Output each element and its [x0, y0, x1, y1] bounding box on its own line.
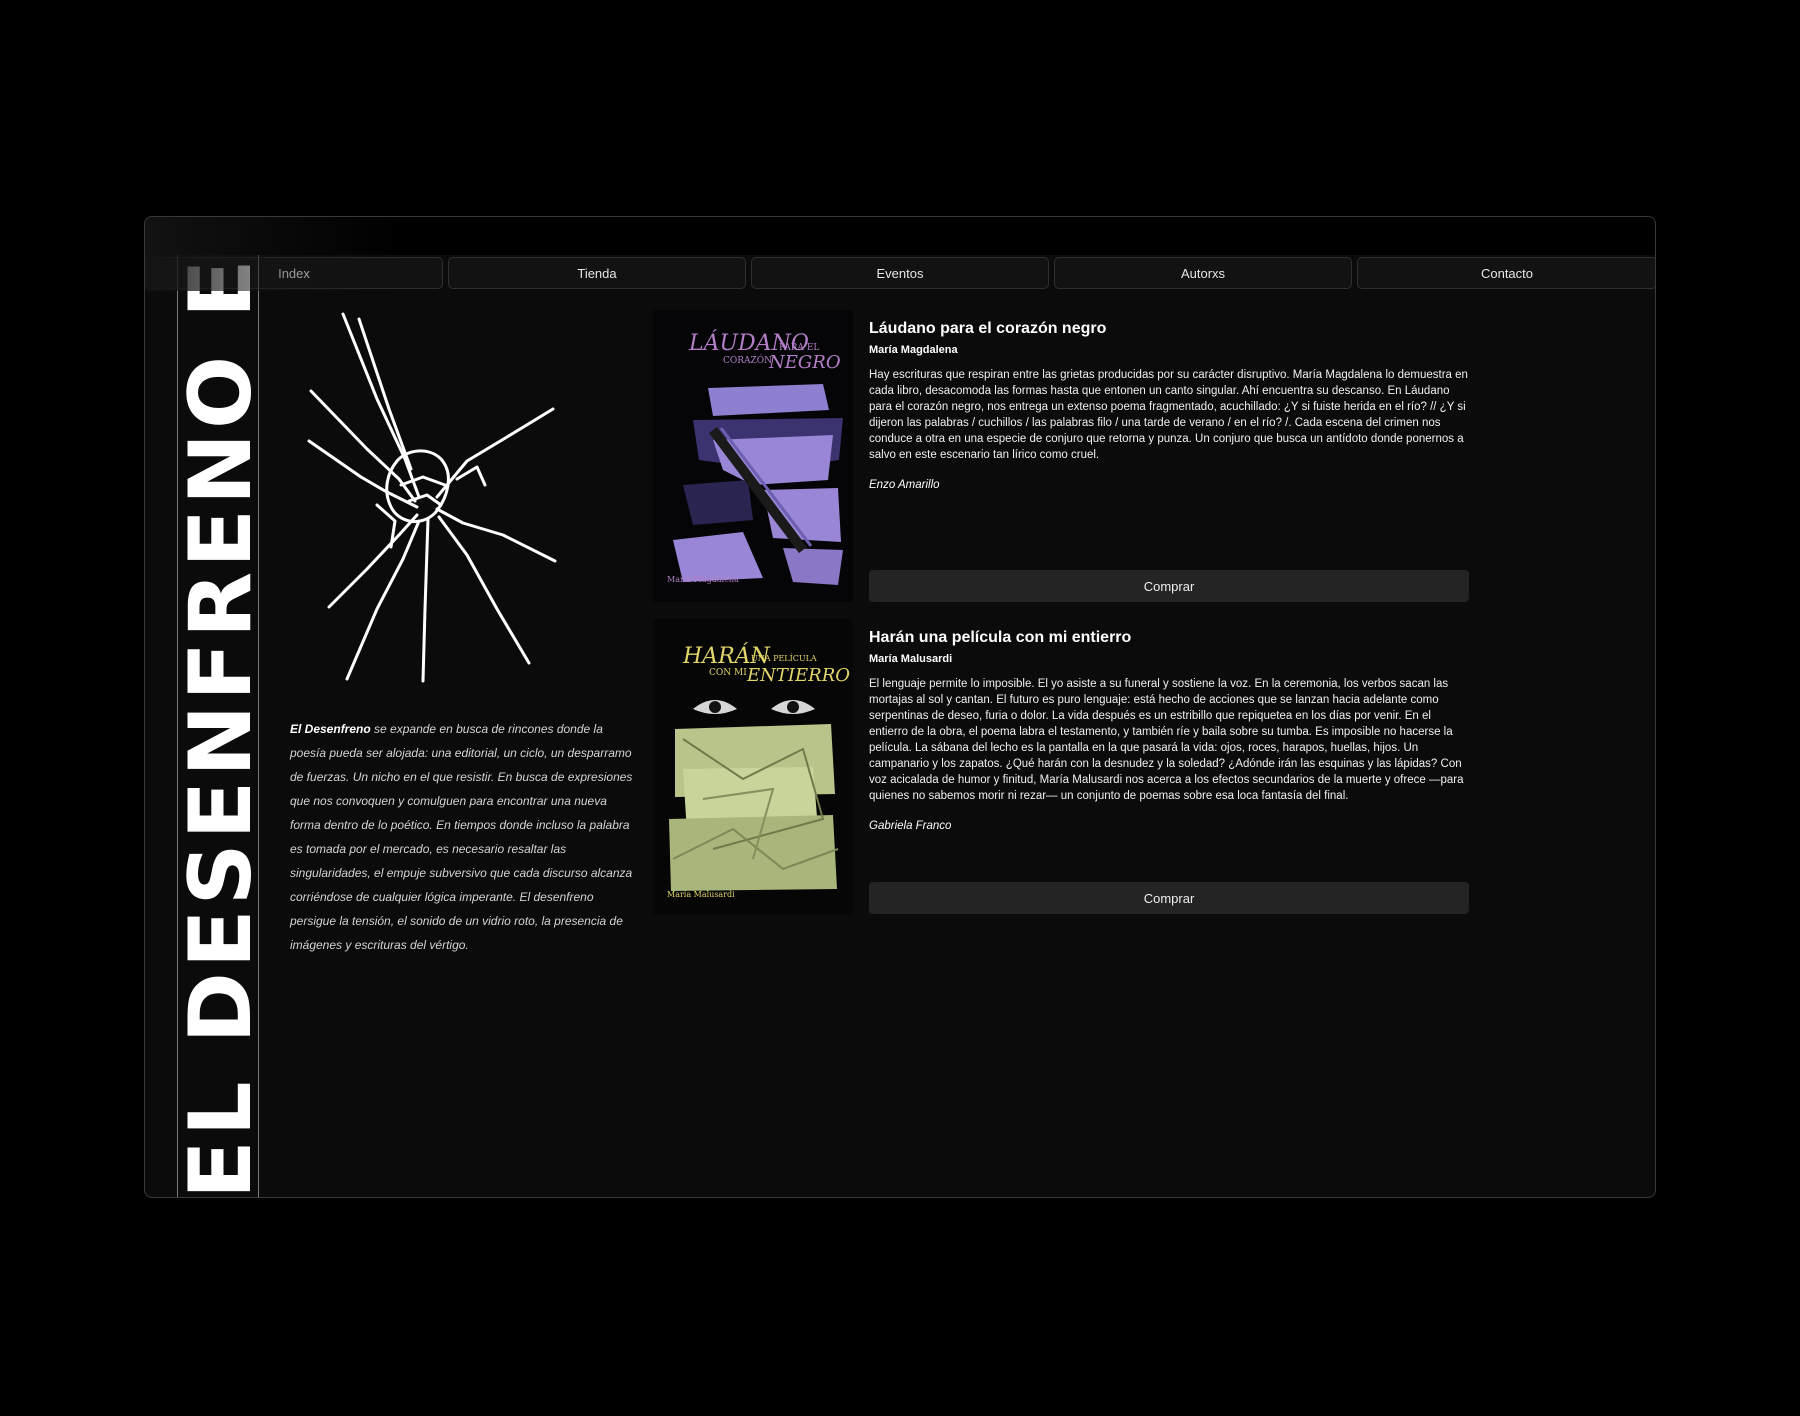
top-strip — [145, 217, 1655, 255]
about-body: se expande en busca de rincones donde la… — [290, 722, 633, 952]
buy-button[interactable]: Comprar — [869, 882, 1469, 914]
cover-title-line2b: ENTIERRO — [746, 665, 850, 686]
book-title[interactable]: Harán una película con mi entierro — [869, 629, 1469, 647]
broken-glass-icon — [307, 312, 557, 683]
book-title[interactable]: Láudano para el corazón negro — [869, 320, 1469, 338]
vertical-brand-text: EL DESENFRENO EL DE — [177, 255, 259, 1198]
nav-item-contacto[interactable]: Contacto — [1357, 257, 1655, 289]
cover-title-line2a: CORAZÓN — [723, 354, 772, 366]
book-reviewer: Enzo Amarillo — [869, 479, 940, 491]
nav-item-eventos[interactable]: Eventos — [751, 257, 1049, 289]
cover-art: HARÁN UNA PELÍCULA CON MI ENTIERRO María… — [653, 619, 853, 915]
browser-frame: Index Tienda Eventos Autorxs Contacto EL… — [144, 216, 1656, 1198]
book-description: El lenguaje permite lo imposible. El yo … — [869, 678, 1464, 802]
book-author: María Magdalena — [869, 344, 958, 356]
book-info: Harán una película con mi entierro María… — [869, 619, 1469, 832]
vertical-brand-strip: EL DESENFRENO EL DE — [177, 255, 259, 1198]
cover-title-line2a: CON MI — [709, 668, 747, 678]
main-nav: Index Tienda Eventos Autorxs Contacto — [145, 257, 1655, 291]
book-info: Láudano para el corazón negro María Magd… — [869, 310, 1469, 491]
cover-art: LÁUDANO PARA EL CORAZÓN NEGRO María Magd… — [653, 310, 853, 602]
buy-button[interactable]: Comprar — [869, 570, 1469, 602]
about-brand-name: El Desenfreno — [290, 722, 371, 736]
nav-item-tienda[interactable]: Tienda — [448, 257, 746, 289]
nav-item-autorxs[interactable]: Autorxs — [1054, 257, 1352, 289]
cover-author: María Magdalena — [667, 575, 739, 584]
book-cover-haran[interactable]: HARÁN UNA PELÍCULA CON MI ENTIERRO María… — [653, 619, 853, 915]
cover-title-small: UNA PELÍCULA — [751, 654, 817, 663]
book-description: Hay escrituras que respiran entre las gr… — [869, 369, 1468, 461]
book-author: María Malusardi — [869, 653, 953, 665]
cover-author: María Malusardi — [667, 890, 735, 899]
book-cover-laudano[interactable]: LÁUDANO PARA EL CORAZÓN NEGRO María Magd… — [653, 310, 853, 602]
book-reviewer: Gabriela Franco — [869, 820, 952, 832]
about-text: El Desenfreno se expande en busca de rin… — [290, 717, 636, 957]
cover-title-line2b: NEGRO — [768, 352, 841, 373]
